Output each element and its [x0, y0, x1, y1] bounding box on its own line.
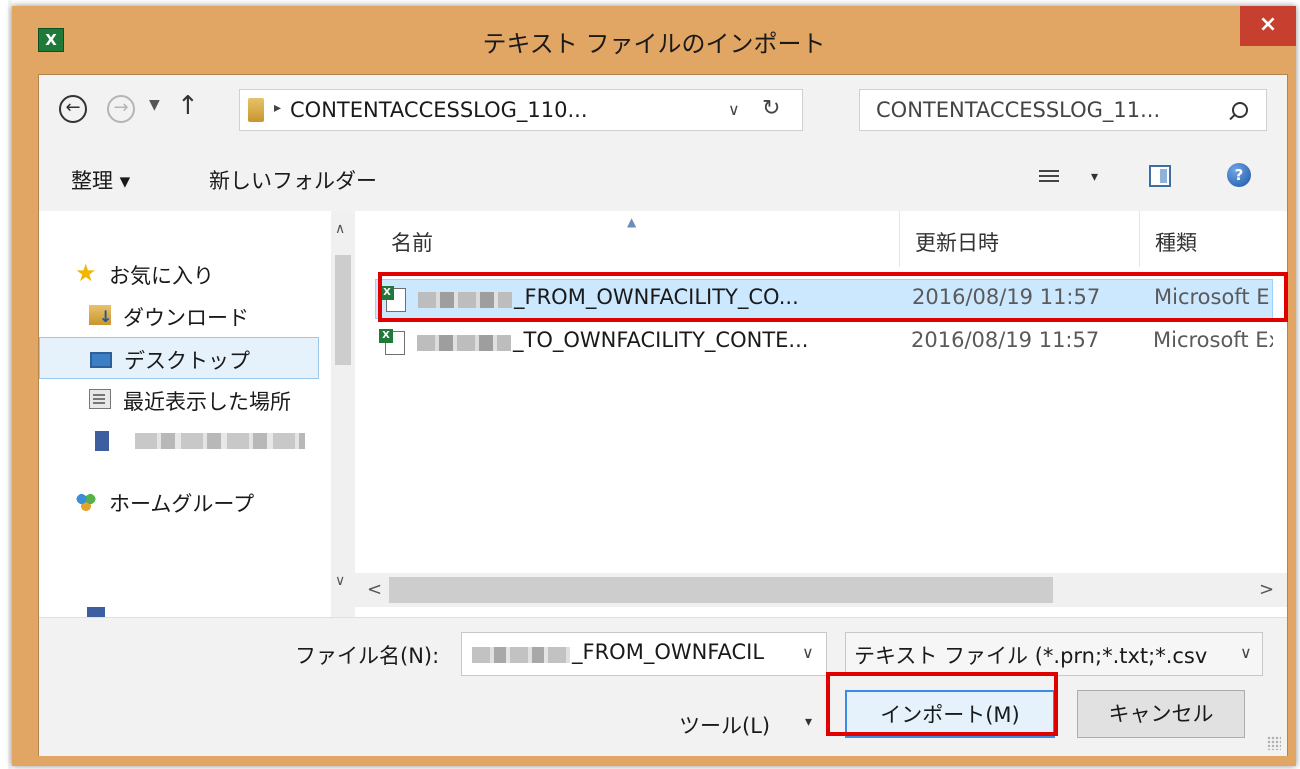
command-toolbar: 整理 ▾ 新しいフォルダー ▾ ? — [39, 151, 1287, 212]
nav-item-label: 最近表示した場所 — [123, 390, 291, 414]
filename-label: ファイル名(N): — [295, 644, 440, 668]
nav-item-label: デスクトップ — [124, 349, 250, 373]
file-modified: 2016/08/19 11:57 — [911, 328, 1100, 352]
navigation-pane: ★ お気に入り ダウンロード デスクトップ 最近表示した場所 ホームグル — [39, 211, 355, 617]
filename-history-chevron-icon[interactable]: ∨ — [802, 643, 814, 662]
file-name: _TO_OWNFACILITY_CONTE... — [513, 328, 809, 352]
nav-item-label: お気に入り — [109, 264, 214, 288]
dialog-footer: ファイル名(N): _FROM_OWNFACIL ∨ テキスト ファイル (*.… — [39, 617, 1287, 756]
nav-item-homegroup[interactable]: ホームグループ — [39, 481, 319, 523]
file-list: ▲ 名前 更新日時 種類 X _FROM_OWNFACILITY_CO... 2… — [355, 211, 1287, 617]
address-dropdown-chevron-icon[interactable]: ∨ — [728, 100, 740, 119]
network-icon — [87, 607, 105, 617]
filename-field[interactable]: _FROM_OWNFACIL ∨ — [461, 632, 827, 676]
sort-ascending-icon: ▲ — [627, 215, 637, 229]
redacted-filename-prefix — [417, 335, 511, 351]
column-header-name[interactable]: 名前 — [391, 227, 433, 257]
file-type-select[interactable]: テキスト ファイル (*.prn;*.txt;*.csv ∨ — [845, 632, 1263, 676]
computer-icon — [95, 431, 109, 451]
folder-icon — [248, 98, 264, 122]
view-dropdown-chevron-icon[interactable]: ▾ — [1091, 169, 1098, 185]
view-options-icon[interactable] — [1039, 167, 1059, 185]
search-placeholder: CONTENTACCESSLOG_11... — [876, 98, 1161, 122]
recent-locations-chevron-icon[interactable]: ▼ — [149, 97, 160, 113]
forward-arrow-icon[interactable]: → — [107, 95, 135, 123]
column-header-modified[interactable]: 更新日時 — [915, 227, 999, 257]
nav-item-recent-places[interactable]: 最近表示した場所 — [39, 379, 319, 421]
nav-scroll-thumb[interactable] — [335, 255, 351, 365]
file-type: Microsoft Ex — [1153, 328, 1273, 352]
horizontal-scrollbar[interactable]: < > — [355, 573, 1287, 607]
scroll-right-chevron-icon[interactable]: > — [1259, 579, 1274, 600]
scroll-down-chevron-icon[interactable]: ∨ — [335, 573, 345, 589]
file-row[interactable]: X _TO_OWNFACILITY_CONTE... 2016/08/19 11… — [375, 323, 1273, 363]
nav-item-desktop[interactable]: デスクトップ — [39, 337, 319, 379]
back-arrow-icon[interactable]: ← — [59, 95, 87, 123]
new-folder-button[interactable]: 新しいフォルダー — [209, 165, 377, 195]
filename-value: _FROM_OWNFACIL — [572, 640, 765, 664]
import-button[interactable]: インポート(M) — [845, 690, 1055, 738]
file-modified: 2016/08/19 11:57 — [912, 285, 1101, 309]
excel-csv-file-icon: X — [379, 329, 405, 355]
scroll-up-chevron-icon[interactable]: ∧ — [335, 221, 345, 237]
file-name: _FROM_OWNFACILITY_CO... — [514, 285, 799, 309]
help-icon[interactable]: ? — [1227, 163, 1251, 187]
import-text-file-dialog: X テキスト ファイルのインポート × ← → ▼ ↑ ▸ CONTENTACC… — [12, 6, 1296, 766]
refresh-icon[interactable]: ↻ — [762, 96, 780, 121]
breadcrumb[interactable]: CONTENTACCESSLOG_110... — [290, 98, 588, 122]
nav-item-computer[interactable] — [39, 421, 319, 463]
file-type-chevron-icon[interactable]: ∨ — [1236, 643, 1252, 662]
nav-item-label: ダウンロード — [123, 306, 249, 330]
dialog-title: テキスト ファイルのインポート — [482, 30, 826, 58]
column-header-type[interactable]: 種類 — [1155, 227, 1197, 257]
homegroup-icon — [75, 491, 97, 511]
nav-scrollbar[interactable]: ∧ ∨ — [331, 211, 355, 617]
horizontal-scroll-thumb[interactable] — [389, 577, 1053, 603]
file-type: Microsoft E — [1154, 285, 1270, 309]
nav-item-favorites[interactable]: ★ お気に入り — [39, 253, 319, 295]
nav-item-label: ホームグループ — [109, 492, 255, 516]
search-icon[interactable] — [1232, 102, 1248, 118]
star-icon: ★ — [75, 259, 97, 287]
organize-menu-button[interactable]: 整理 ▾ — [71, 165, 130, 195]
file-type-value: テキスト ファイル (*.prn;*.txt;*.csv — [854, 644, 1208, 668]
redacted-filename-prefix — [418, 292, 512, 308]
dialog-body: ← → ▼ ↑ ▸ CONTENTACCESSLOG_110... ∨ ↻ CO… — [38, 74, 1288, 756]
breadcrumb-chevron-icon[interactable]: ▸ — [274, 100, 281, 116]
address-bar[interactable]: ▸ CONTENTACCESSLOG_110... ∨ ↻ — [239, 89, 803, 131]
resize-grip-icon[interactable] — [1267, 736, 1281, 750]
excel-csv-file-icon: X — [380, 286, 406, 312]
column-divider[interactable] — [899, 211, 900, 267]
preview-pane-icon[interactable] — [1149, 165, 1171, 187]
search-input[interactable]: CONTENTACCESSLOG_11... — [859, 89, 1267, 131]
up-arrow-icon[interactable]: ↑ — [177, 91, 199, 121]
close-button[interactable]: × — [1240, 6, 1296, 46]
nav-item-downloads[interactable]: ダウンロード — [39, 295, 319, 337]
redacted-filename-prefix — [472, 647, 570, 663]
file-row[interactable]: X _FROM_OWNFACILITY_CO... 2016/08/19 11:… — [375, 279, 1273, 319]
address-row: ← → ▼ ↑ ▸ CONTENTACCESSLOG_110... ∨ ↻ CO… — [39, 75, 1287, 151]
column-divider[interactable] — [1139, 211, 1140, 267]
tools-dropdown-chevron-icon[interactable]: ▾ — [805, 714, 812, 730]
scroll-left-chevron-icon[interactable]: < — [367, 579, 382, 600]
recent-places-icon — [89, 389, 111, 409]
tools-menu-button[interactable]: ツール(L) — [679, 710, 770, 740]
redacted-label — [135, 433, 305, 449]
cancel-button[interactable]: キャンセル — [1077, 690, 1245, 738]
download-folder-icon — [89, 305, 112, 326]
desktop-icon — [90, 352, 112, 368]
